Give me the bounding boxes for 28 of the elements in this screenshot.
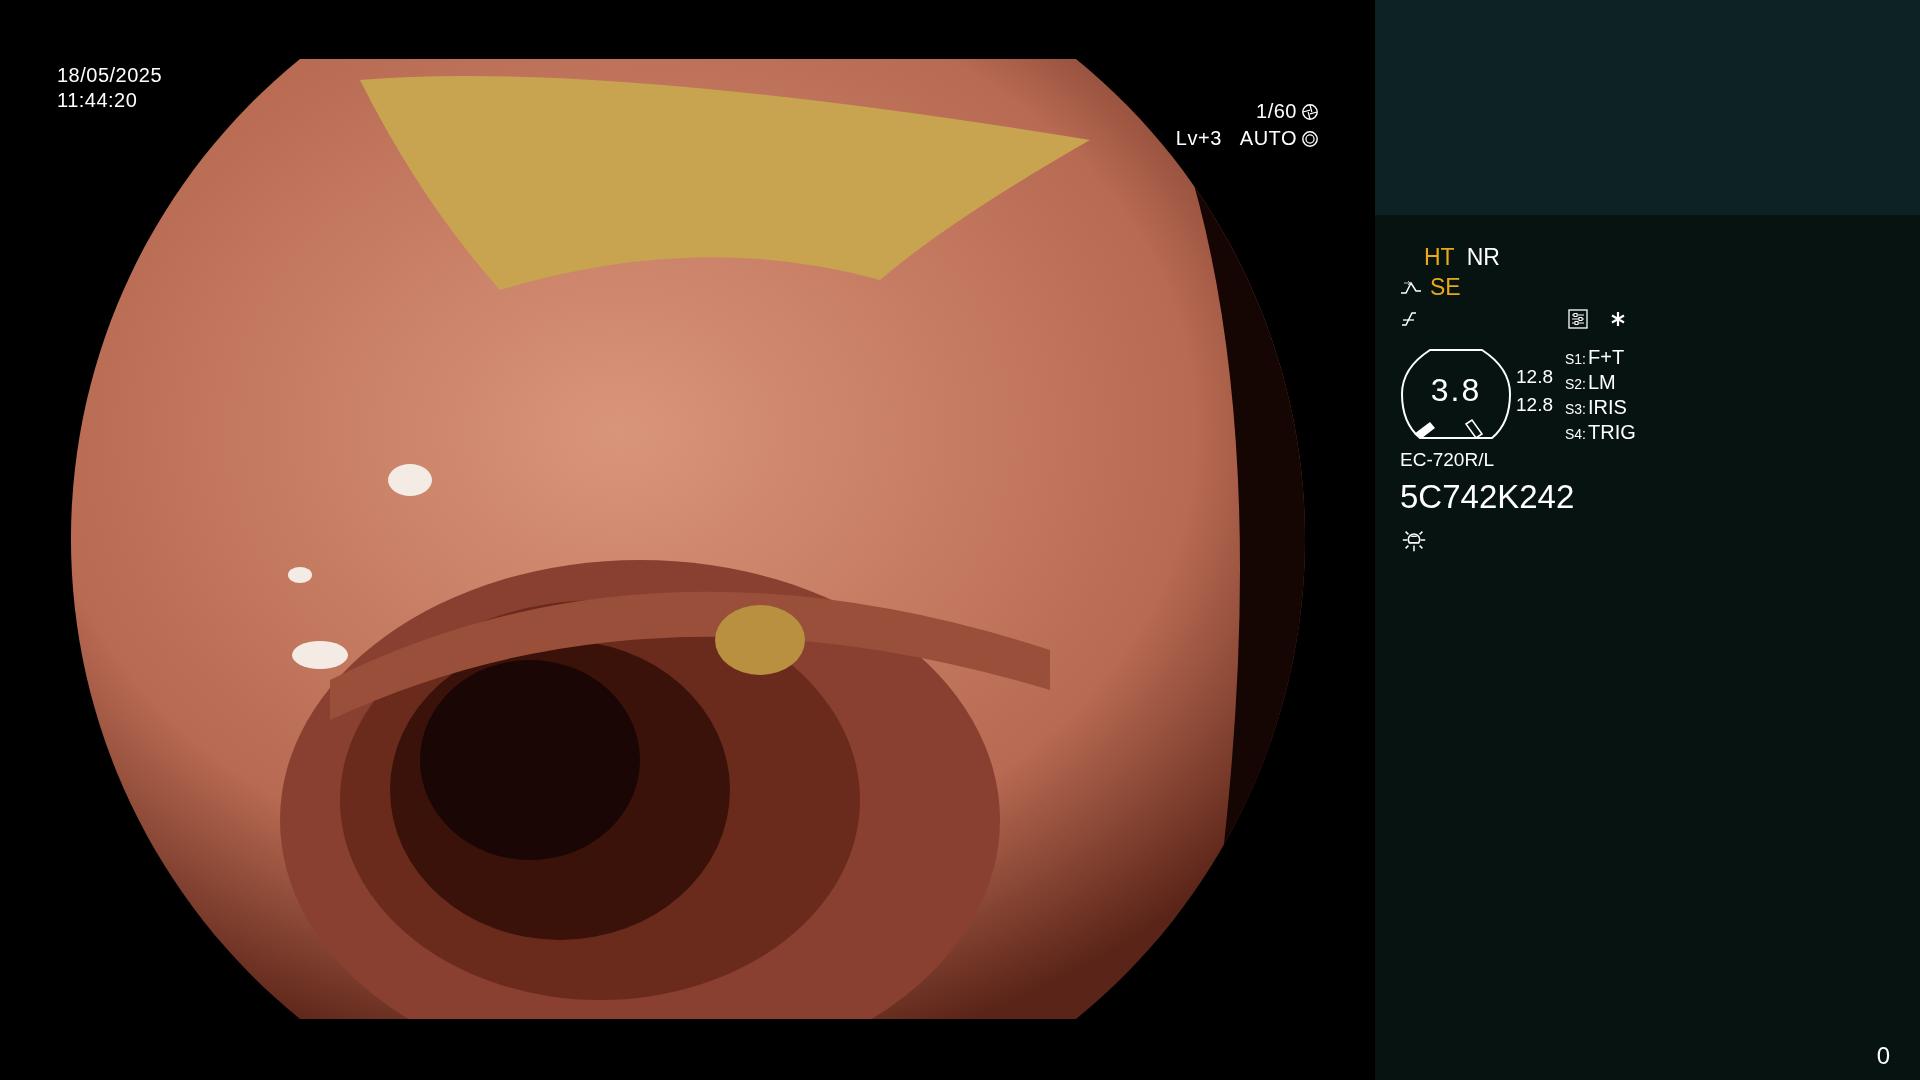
switch-value: F+T — [1588, 346, 1625, 369]
date-text: 18/05/2025 — [57, 63, 163, 88]
brightness-level-text: Lv+3 — [1175, 126, 1222, 151]
indicator-label: NR — [1466, 243, 1500, 271]
curve-icon — [1400, 279, 1422, 295]
iris-mode-text: AUTO — [1239, 126, 1297, 151]
switch-label: S3: — [1565, 401, 1586, 417]
counter-text: 0 — [1876, 1042, 1890, 1070]
reading-text: 12.8 — [1516, 366, 1553, 388]
aperture-icon — [1301, 102, 1319, 121]
switch-label: S1: — [1565, 351, 1586, 367]
shutter-speed-text: 1/60 — [1256, 99, 1297, 124]
iris-icon — [1301, 129, 1319, 148]
switch-label: S4: — [1565, 426, 1586, 442]
switch-label: S2: — [1565, 376, 1586, 392]
switch-value: LM — [1588, 371, 1616, 394]
asterisk-icon — [1610, 311, 1626, 327]
sliders-icon — [1568, 309, 1588, 329]
switch-value: TRIG — [1588, 421, 1636, 444]
indicator-label: HT — [1424, 243, 1455, 271]
gauge-dial: 3.8 — [1400, 348, 1512, 440]
scope-model-text: EC-720R/L — [1400, 448, 1495, 472]
time-text: 11:44:20 — [57, 88, 139, 113]
curve-slash-icon — [1400, 310, 1418, 328]
switch-value: IRIS — [1588, 396, 1627, 419]
reading-text: 12.8 — [1516, 394, 1553, 416]
enhancement-label: SE — [1430, 273, 1461, 301]
serial-number-text: 5C742K242 — [1400, 478, 1576, 516]
